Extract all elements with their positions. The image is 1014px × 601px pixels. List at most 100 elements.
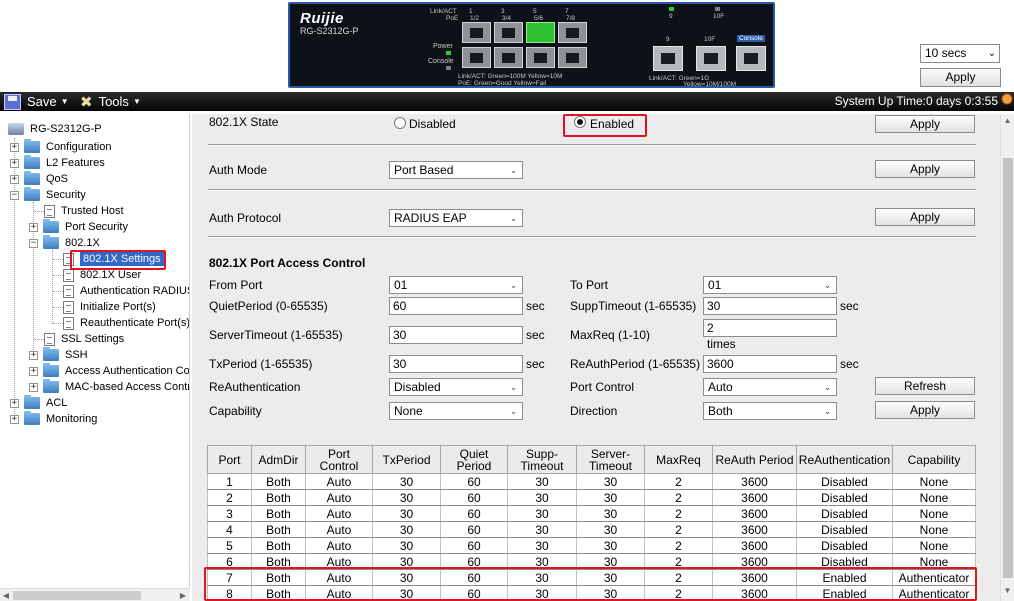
tree-item-acl[interactable]: + ACL	[10, 395, 67, 411]
capability-value: None	[394, 404, 423, 418]
divider	[208, 189, 976, 191]
save-menu[interactable]: Save ▼	[4, 92, 69, 111]
uplink-port-9[interactable]	[653, 46, 683, 71]
table-cell: Both	[251, 489, 306, 506]
expand-icon[interactable]: +	[10, 142, 19, 152]
tree-item-security[interactable]: − Security	[10, 187, 86, 203]
tree-item-reauth-ports[interactable]: Reauthenticate Port(s)	[63, 315, 189, 331]
tree-item-trusted-host[interactable]: Trusted Host	[44, 203, 124, 219]
table-cell: 30	[372, 473, 441, 490]
reauthentication-select[interactable]: Disabled ⌄	[389, 378, 523, 396]
uplink-label-10f: 10F	[704, 36, 716, 43]
scroll-right-icon[interactable]: ▶	[177, 589, 189, 601]
port-6[interactable]	[526, 47, 555, 68]
scroll-down-icon[interactable]: ▼	[1001, 586, 1014, 595]
tree-item-port-security[interactable]: + Port Security	[29, 219, 128, 235]
unit-sec: sec	[526, 299, 545, 313]
expand-icon[interactable]: +	[29, 350, 38, 360]
from-port-select[interactable]: 01 ⌄	[389, 276, 523, 294]
reauth-period-label: ReAuthPeriod (1-65535)	[570, 357, 701, 371]
port-3[interactable]	[494, 22, 523, 43]
table-cell: Auto	[305, 537, 373, 554]
auth-mode-select[interactable]: Port Based ⌄	[389, 161, 523, 179]
table-cell: 30	[576, 489, 645, 506]
port-5[interactable]	[526, 22, 555, 43]
table-cell: None	[892, 473, 976, 490]
port-4[interactable]	[494, 47, 523, 68]
to-port-select[interactable]: 01 ⌄	[703, 276, 837, 294]
maxreq-input[interactable]: 2	[703, 319, 837, 337]
port-7[interactable]	[558, 22, 587, 43]
tx-period-input[interactable]: 30	[389, 355, 523, 373]
table-cell: 5	[207, 537, 252, 554]
tree-item-8021x[interactable]: − 802.1X	[29, 235, 100, 251]
table-cell: 2	[207, 489, 252, 506]
user-icon[interactable]	[1000, 93, 1014, 110]
caret-down-icon: ▼	[132, 97, 141, 106]
port-pair-78: 7/8	[566, 15, 576, 22]
server-timeout-input[interactable]: 30	[389, 326, 523, 344]
uplink-port-10f[interactable]	[696, 46, 726, 71]
tree-item-ssl-settings[interactable]: SSL Settings	[44, 331, 124, 347]
scroll-thumb[interactable]	[1003, 158, 1013, 578]
expand-icon[interactable]: +	[10, 398, 19, 408]
direction-select[interactable]: Both ⌄	[703, 402, 837, 420]
port-1[interactable]	[462, 22, 491, 43]
expand-icon[interactable]: +	[10, 174, 19, 184]
expand-icon[interactable]: +	[10, 414, 19, 424]
table-cell: 60	[440, 505, 508, 522]
col-header: MaxReq	[644, 445, 713, 474]
direction-label: Direction	[570, 404, 618, 418]
save-icon	[4, 93, 21, 110]
expand-icon[interactable]: +	[29, 366, 38, 376]
tree-item-access-auth[interactable]: + Access Authentication Co	[29, 363, 189, 379]
capability-select[interactable]: None ⌄	[389, 402, 523, 420]
tree-horizontal-scrollbar[interactable]: ◀ ▶	[0, 588, 190, 601]
tree-item-configuration[interactable]: + Configuration	[10, 139, 111, 155]
tree-item-initialize-ports[interactable]: Initialize Port(s)	[63, 299, 156, 315]
expand-icon[interactable]: +	[29, 222, 38, 232]
table-cell: 4	[207, 521, 252, 538]
auth-protocol-apply-button[interactable]: Apply	[875, 208, 975, 226]
table-cell: 1	[207, 473, 252, 490]
tree-item-monitoring[interactable]: + Monitoring	[10, 411, 97, 427]
expand-icon[interactable]: +	[29, 382, 38, 392]
supp-timeout-input[interactable]: 30	[703, 297, 837, 315]
port-2[interactable]	[462, 47, 491, 68]
table-cell: 60	[440, 537, 508, 554]
state-apply-button[interactable]: Apply	[875, 115, 975, 133]
page-icon	[63, 284, 74, 298]
scroll-thumb[interactable]	[13, 591, 141, 600]
tools-menu[interactable]: ✖ Tools ▼	[80, 92, 141, 111]
tree-item-ssh[interactable]: + SSH	[29, 347, 88, 363]
collapse-icon[interactable]: −	[29, 238, 38, 248]
table-cell: Both	[251, 521, 306, 538]
scroll-left-icon[interactable]: ◀	[0, 589, 12, 601]
tree-item-qos[interactable]: + QoS	[10, 171, 68, 187]
tree-item-mac-access[interactable]: + MAC-based Access Contr	[29, 379, 189, 395]
console-port[interactable]	[736, 46, 766, 71]
collapse-icon[interactable]: −	[10, 190, 19, 200]
quiet-period-input[interactable]: 60	[389, 297, 523, 315]
port-control-select[interactable]: Auto ⌄	[703, 378, 837, 396]
auth-mode-apply-button[interactable]: Apply	[875, 160, 975, 178]
auth-protocol-select[interactable]: RADIUS EAP ⌄	[389, 209, 523, 227]
refresh-apply-button[interactable]: Apply	[920, 68, 1001, 87]
pac-apply-button[interactable]: Apply	[875, 401, 975, 419]
tree-root[interactable]: RG-S2312G-P	[8, 121, 102, 137]
refresh-interval-select[interactable]: 10 secs ⌄	[920, 44, 1000, 63]
tree-item-auth-radius[interactable]: Authentication RADIUS	[63, 283, 189, 299]
table-cell: 30	[507, 489, 577, 506]
port-8[interactable]	[558, 47, 587, 68]
main-vertical-scrollbar[interactable]: ▲ ▼	[1000, 114, 1014, 601]
scroll-up-icon[interactable]: ▲	[1001, 116, 1014, 125]
tree-item-l2-features[interactable]: + L2 Features	[10, 155, 105, 171]
expand-icon[interactable]: +	[10, 158, 19, 168]
bottom-legend-2: PoE: Green=Good Yellow=Fail	[458, 80, 547, 87]
refresh-button[interactable]: Refresh	[875, 377, 975, 395]
state-disabled-radio[interactable]	[394, 117, 406, 129]
reauth-period-input[interactable]: 3600	[703, 355, 837, 373]
table-row: 2 Both Auto 30 60 30 30 2 3600 Disabled None	[207, 489, 976, 506]
save-label: Save	[27, 94, 57, 109]
table-cell: Auto	[305, 521, 373, 538]
